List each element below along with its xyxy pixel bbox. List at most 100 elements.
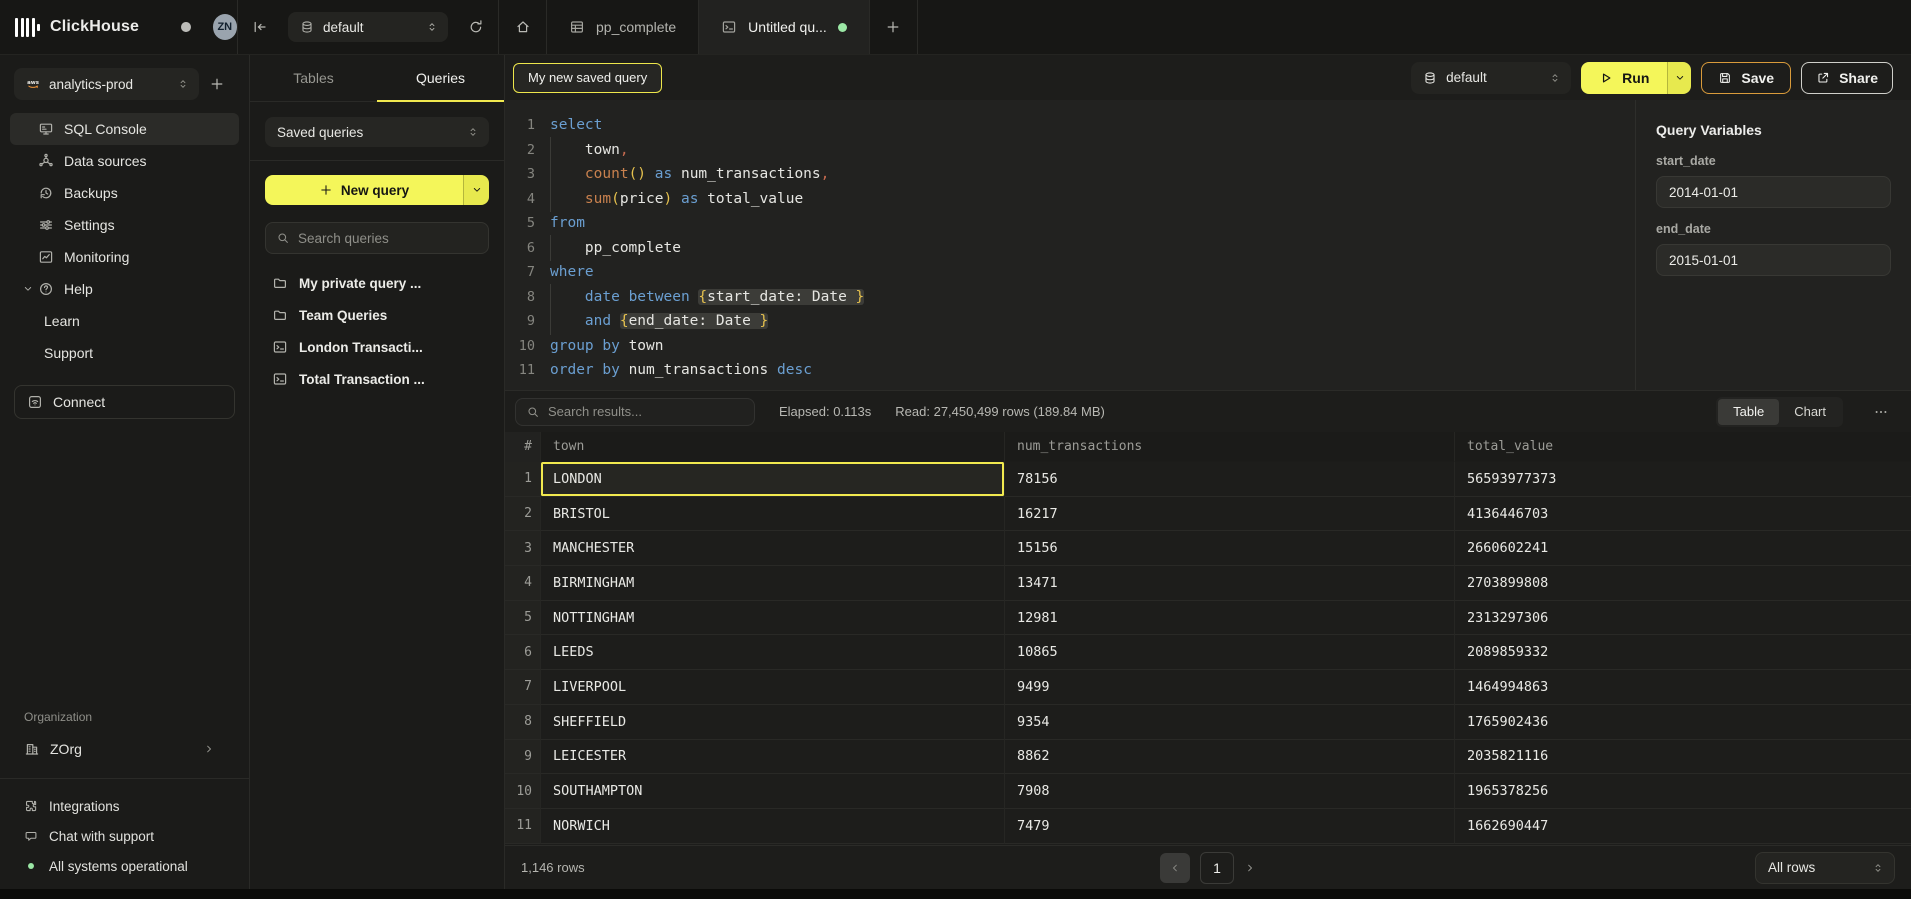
connect-button[interactable]: Connect bbox=[14, 385, 235, 419]
sidebar-footer-integrations[interactable]: Integrations bbox=[0, 791, 249, 821]
table-cell-num_transactions[interactable]: 16217 bbox=[1005, 497, 1455, 532]
table-cell-town[interactable]: BRISTOL bbox=[541, 497, 1005, 532]
table-cell-num_transactions[interactable]: 13471 bbox=[1005, 566, 1455, 601]
table-cell-row-number[interactable]: 4 bbox=[505, 566, 541, 601]
table-cell-town[interactable]: LIVERPOOL bbox=[541, 670, 1005, 705]
saved-queries-selector[interactable]: Saved queries bbox=[265, 117, 489, 147]
table-cell-num_transactions[interactable]: 9354 bbox=[1005, 705, 1455, 740]
add-service-button[interactable] bbox=[199, 76, 235, 92]
share-button[interactable]: Share bbox=[1801, 62, 1893, 94]
save-button[interactable]: Save bbox=[1701, 62, 1791, 94]
editor-database-selector[interactable]: default bbox=[1411, 62, 1571, 94]
sidebar-item-help[interactable]: Help bbox=[10, 273, 239, 305]
sidebar-item-settings[interactable]: Settings bbox=[10, 209, 239, 241]
column-header-total_value[interactable]: total_value bbox=[1455, 432, 1911, 462]
table-cell-total_value[interactable]: 2313297306 bbox=[1455, 601, 1911, 636]
previous-page-button[interactable] bbox=[1160, 853, 1190, 883]
sidebar-item-support[interactable]: Support bbox=[10, 337, 239, 369]
table-cell-total_value[interactable]: 1662690447 bbox=[1455, 809, 1911, 844]
table-cell-row-number[interactable]: 5 bbox=[505, 601, 541, 636]
header-database-selector[interactable]: default bbox=[288, 12, 448, 42]
saved-query-item[interactable]: My private query ... bbox=[260, 267, 494, 299]
column-header-row-number[interactable]: # bbox=[505, 432, 541, 462]
collapse-sidebar-button[interactable] bbox=[238, 0, 282, 54]
view-tab-chart[interactable]: Chart bbox=[1779, 399, 1841, 425]
page-size-selector[interactable]: All rows bbox=[1755, 852, 1895, 884]
table-cell-row-number[interactable]: 7 bbox=[505, 670, 541, 705]
tab-tables[interactable]: Tables bbox=[250, 55, 377, 102]
table-cell-row-number[interactable]: 6 bbox=[505, 635, 541, 670]
sidebar-item-data-sources[interactable]: Data sources bbox=[10, 145, 239, 177]
table-cell-town[interactable]: BIRMINGHAM bbox=[541, 566, 1005, 601]
table-cell-num_transactions[interactable]: 12981 bbox=[1005, 601, 1455, 636]
table-cell-row-number[interactable]: 11 bbox=[505, 809, 541, 844]
sidebar-footer-chat-with-support[interactable]: Chat with support bbox=[0, 821, 249, 851]
run-split-button: Run bbox=[1581, 62, 1691, 94]
user-avatar[interactable]: ZN bbox=[213, 14, 237, 40]
table-cell-total_value[interactable]: 2089859332 bbox=[1455, 635, 1911, 670]
table-cell-total_value[interactable]: 2660602241 bbox=[1455, 531, 1911, 566]
sidebar-item-backups[interactable]: Backups bbox=[10, 177, 239, 209]
current-page-indicator[interactable]: 1 bbox=[1200, 852, 1234, 884]
new-tab-button[interactable] bbox=[870, 0, 918, 54]
refresh-button[interactable] bbox=[454, 0, 498, 54]
table-cell-num_transactions[interactable]: 78156 bbox=[1005, 462, 1455, 497]
table-cell-row-number[interactable]: 10 bbox=[505, 774, 541, 809]
workspace-selector[interactable]: aws analytics-prod bbox=[14, 68, 199, 100]
query-search-input[interactable] bbox=[298, 231, 478, 246]
home-button[interactable] bbox=[499, 0, 547, 54]
new-query-button[interactable]: New query bbox=[265, 175, 463, 205]
table-cell-num_transactions[interactable]: 8862 bbox=[1005, 740, 1455, 775]
top-tab-untitled-qu-[interactable]: Untitled qu... bbox=[699, 0, 870, 54]
table-cell-town[interactable]: SHEFFIELD bbox=[541, 705, 1005, 740]
sidebar-item-monitoring[interactable]: Monitoring bbox=[10, 241, 239, 273]
table-cell-total_value[interactable]: 1464994863 bbox=[1455, 670, 1911, 705]
variable-input-end_date[interactable] bbox=[1656, 244, 1891, 276]
table-cell-town[interactable]: LEEDS bbox=[541, 635, 1005, 670]
table-cell-total_value[interactable]: 2703899808 bbox=[1455, 566, 1911, 601]
table-cell-town[interactable]: MANCHESTER bbox=[541, 531, 1005, 566]
table-cell-total_value[interactable]: 2035821116 bbox=[1455, 740, 1911, 775]
table-cell-num_transactions[interactable]: 10865 bbox=[1005, 635, 1455, 670]
table-cell-town[interactable]: LEICESTER bbox=[541, 740, 1005, 775]
monitor-icon bbox=[38, 121, 54, 137]
table-cell-town[interactable]: LONDON bbox=[541, 462, 1005, 497]
table-cell-num_transactions[interactable]: 7908 bbox=[1005, 774, 1455, 809]
column-header-town[interactable]: town bbox=[541, 432, 1005, 462]
table-cell-total_value[interactable]: 56593977373 bbox=[1455, 462, 1911, 497]
table-cell-row-number[interactable]: 2 bbox=[505, 497, 541, 532]
sidebar-item-learn[interactable]: Learn bbox=[10, 305, 239, 337]
new-query-dropdown-button[interactable] bbox=[463, 175, 489, 205]
column-header-num_transactions[interactable]: num_transactions bbox=[1005, 432, 1455, 462]
table-cell-town[interactable]: NORWICH bbox=[541, 809, 1005, 844]
table-cell-row-number[interactable]: 8 bbox=[505, 705, 541, 740]
saved-query-item[interactable]: Total Transaction ... bbox=[260, 363, 494, 395]
table-cell-total_value[interactable]: 4136446703 bbox=[1455, 497, 1911, 532]
table-cell-row-number[interactable]: 1 bbox=[505, 462, 541, 497]
table-cell-row-number[interactable]: 3 bbox=[505, 531, 541, 566]
saved-query-chip[interactable]: My new saved query bbox=[513, 63, 662, 93]
tab-queries[interactable]: Queries bbox=[377, 55, 504, 102]
table-cell-num_transactions[interactable]: 7479 bbox=[1005, 809, 1455, 844]
run-options-button[interactable] bbox=[1667, 62, 1691, 94]
run-button[interactable]: Run bbox=[1581, 62, 1667, 94]
table-cell-total_value[interactable]: 1765902436 bbox=[1455, 705, 1911, 740]
table-cell-town[interactable]: NOTTINGHAM bbox=[541, 601, 1005, 636]
organization-item[interactable]: ZOrg bbox=[14, 734, 235, 764]
saved-query-item[interactable]: Team Queries bbox=[260, 299, 494, 331]
variable-input-start_date[interactable] bbox=[1656, 176, 1891, 208]
sidebar-footer-all-systems-operational[interactable]: All systems operational bbox=[0, 851, 249, 881]
results-search-input[interactable] bbox=[548, 404, 744, 419]
saved-query-item[interactable]: London Transacti... bbox=[260, 331, 494, 363]
table-cell-town[interactable]: SOUTHAMPTON bbox=[541, 774, 1005, 809]
top-tab-pp-complete[interactable]: pp_complete bbox=[547, 0, 699, 54]
sidebar-item-sql-console[interactable]: SQL Console bbox=[10, 113, 239, 145]
table-cell-num_transactions[interactable]: 9499 bbox=[1005, 670, 1455, 705]
table-cell-num_transactions[interactable]: 15156 bbox=[1005, 531, 1455, 566]
table-cell-total_value[interactable]: 1965378256 bbox=[1455, 774, 1911, 809]
sql-editor[interactable]: 1select2town,3count() as num_transaction… bbox=[505, 100, 1635, 390]
more-options-button[interactable] bbox=[1867, 404, 1895, 420]
table-cell-row-number[interactable]: 9 bbox=[505, 740, 541, 775]
next-page-button[interactable] bbox=[1244, 862, 1256, 874]
view-tab-table[interactable]: Table bbox=[1718, 399, 1779, 425]
